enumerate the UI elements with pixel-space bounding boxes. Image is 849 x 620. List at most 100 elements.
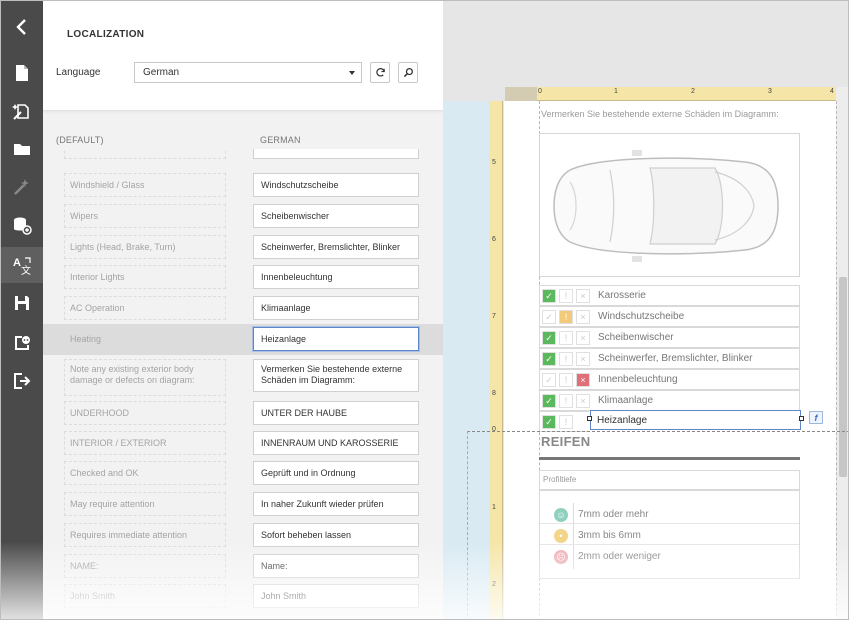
add-datasource-icon[interactable] — [1, 207, 43, 243]
table-row: INTERIOR / EXTERIOR INNENRAUM UND KAROSS… — [43, 428, 443, 459]
translation-input[interactable]: Scheinwerfer, Bremslichter, Blinker — [253, 235, 419, 259]
close-icon: × — [576, 394, 590, 408]
table-row: Wipers Scheibenwischer — [43, 201, 443, 232]
ruler-label: 4 — [830, 88, 834, 95]
tread-table[interactable]: ☺ 7mm oder mehr • 3mm bis 6mm ☹ 2mm oder… — [539, 490, 800, 579]
table-row: Windshield / Glass Windschutzscheibe — [43, 170, 443, 201]
smile-icon: ☺ — [554, 508, 568, 522]
exit-icon[interactable] — [1, 363, 43, 399]
back-icon[interactable] — [1, 9, 43, 45]
checklist-row[interactable]: ✓ ! × Karosserie — [539, 285, 800, 306]
checklist-row[interactable]: ✓ ! × Klimaanlage — [539, 390, 800, 411]
section-divider — [539, 457, 800, 460]
ruler-label: 8 — [492, 390, 496, 397]
section-title[interactable]: REIFEN — [541, 434, 590, 449]
tread-label: 2mm oder weniger — [578, 551, 661, 562]
wizard-icon[interactable] — [1, 93, 43, 129]
damage-note-label[interactable]: Vermerken Sie bestehende externe Schäden… — [541, 109, 779, 119]
horizontal-ruler: 0 1 2 3 4 — [505, 87, 837, 101]
warning-icon: ! — [559, 289, 573, 303]
band-boundary — [467, 431, 848, 432]
default-text: Lights (Head, Brake, Turn) — [64, 235, 226, 259]
preview-icon[interactable] — [1, 325, 43, 361]
car-top-view-image — [553, 150, 779, 262]
translation-input[interactable]: Vermerken Sie bestehende externe Schäden… — [253, 359, 419, 392]
checklist-row[interactable]: ✓ ! × Windschutzscheibe — [539, 306, 800, 327]
translation-input[interactable] — [253, 149, 419, 159]
selected-label-control[interactable]: Heizanlage — [590, 410, 801, 430]
close-icon: × — [576, 289, 590, 303]
check-icon: ✓ — [542, 373, 556, 387]
ruler-label: 7 — [492, 313, 496, 320]
expression-icon[interactable]: f — [809, 411, 823, 424]
checklist-row[interactable]: ✓ ! × Innenbeleuchtung — [539, 369, 800, 390]
tread-header[interactable]: Profiltiefe — [539, 470, 800, 490]
resize-handle[interactable] — [587, 416, 592, 421]
checklist-label: Windschutzscheibe — [598, 311, 685, 322]
table-row: Lights (Head, Brake, Turn) Scheinwerfer,… — [43, 232, 443, 263]
car-diagram[interactable] — [539, 133, 800, 277]
checklist-row[interactable]: ✓ ! × Scheinwerfer, Bremslichter, Blinke… — [539, 348, 800, 369]
check-icon: ✓ — [542, 415, 556, 429]
designer-window: A文 LOCALIZATION Language German (DEFAULT… — [0, 0, 849, 620]
checklist-label: Heizanlage — [597, 415, 648, 426]
checklist-label: Karosserie — [598, 290, 646, 301]
check-icon: ✓ — [542, 352, 556, 366]
checklist-row[interactable]: ✓ ! — [539, 411, 589, 432]
chevron-down-icon — [349, 71, 355, 75]
table-row: John Smith John Smith — [43, 581, 443, 612]
search-icon — [403, 68, 413, 78]
refresh-icon — [375, 68, 385, 77]
translation-input[interactable]: Scheibenwischer — [253, 204, 419, 228]
ruler-label: 2 — [492, 581, 496, 588]
check-icon: ✓ — [542, 289, 556, 303]
default-text: Heating — [64, 327, 226, 351]
checklist-label: Klimaanlage — [598, 395, 654, 406]
default-text: Windshield / Glass — [64, 173, 226, 197]
translation-input[interactable]: Windschutzscheibe — [253, 173, 419, 197]
checklist-row[interactable]: ✓ ! × Scheibenwischer — [539, 327, 800, 348]
translation-input[interactable]: In naher Zukunft wieder prüfen — [253, 492, 419, 516]
table-row: UNDERHOOD UNTER DER HAUBE — [43, 398, 443, 429]
new-report-icon[interactable] — [1, 55, 43, 91]
magic-icon[interactable] — [1, 169, 43, 205]
neutral-icon: • — [554, 529, 568, 543]
table-row: NAME: Name: — [43, 551, 443, 582]
warning-icon: ! — [559, 352, 573, 366]
check-icon: ✓ — [542, 394, 556, 408]
checklist-label: Scheibenwischer — [598, 332, 674, 343]
translation-input[interactable]: Geprüft und in Ordnung — [253, 461, 419, 485]
save-icon[interactable] — [1, 285, 43, 321]
translation-input[interactable]: Innenbeleuchtung — [253, 265, 419, 289]
ruler-label: 1 — [492, 504, 496, 511]
vertical-scrollbar[interactable] — [836, 87, 848, 619]
translation-input[interactable]: UNTER DER HAUBE — [253, 401, 419, 425]
ruler-label: 6 — [492, 236, 496, 243]
translation-input[interactable]: Sofort beheben lassen — [253, 523, 419, 547]
language-label: Language — [56, 67, 101, 78]
ruler-label: 2 — [691, 88, 695, 95]
search-button[interactable] — [398, 62, 418, 83]
checklist-label: Scheinwerfer, Bremslichter, Blinker — [598, 353, 753, 364]
language-select[interactable]: German — [134, 62, 362, 83]
translation-input[interactable]: Name: — [253, 554, 419, 578]
default-text: Checked and OK — [64, 461, 226, 485]
open-icon[interactable] — [1, 131, 43, 167]
warning-icon: ! — [559, 373, 573, 387]
default-text — [64, 149, 226, 159]
scrollbar-thumb[interactable] — [839, 277, 847, 477]
default-text: Note any existing exterior body damage o… — [64, 359, 226, 396]
translation-input[interactable]: John Smith — [253, 584, 419, 608]
check-icon: ✓ — [542, 310, 556, 324]
resize-handle[interactable] — [799, 416, 804, 421]
ruler-label: 3 — [768, 88, 772, 95]
translation-input[interactable]: INNENRAUM UND KAROSSERIE — [253, 431, 419, 455]
refresh-button[interactable] — [370, 62, 390, 83]
translation-input[interactable]: Klimaanlage — [253, 296, 419, 320]
check-icon: ✓ — [542, 331, 556, 345]
close-icon: × — [576, 373, 590, 387]
localization-icon[interactable]: A文 — [1, 247, 43, 283]
default-text: UNDERHOOD — [64, 401, 226, 425]
translation-input[interactable]: Heizanlage — [253, 327, 419, 351]
panel-title: LOCALIZATION — [67, 29, 145, 40]
